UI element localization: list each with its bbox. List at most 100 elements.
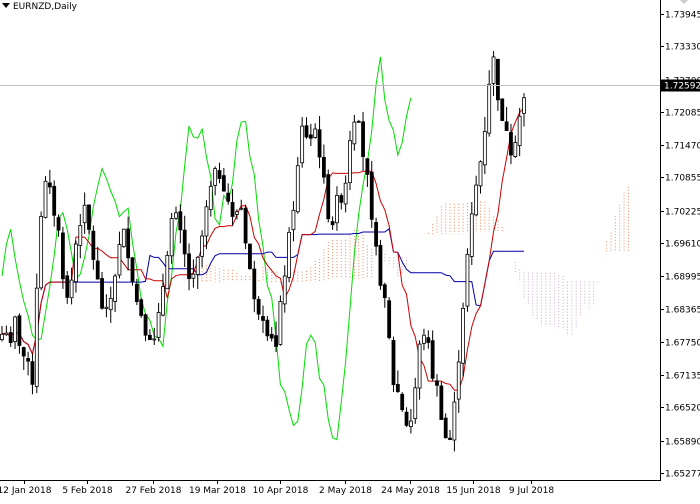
candle-body bbox=[509, 131, 513, 156]
candle-body bbox=[191, 273, 196, 279]
chart-area[interactable]: 1.739451.733301.727001.720851.714701.708… bbox=[0, 0, 700, 500]
y-tick-label: 1.70225 bbox=[665, 208, 700, 218]
candle-body bbox=[165, 255, 170, 290]
candle-body bbox=[430, 340, 435, 379]
candle-body bbox=[221, 175, 226, 192]
candle bbox=[465, 248, 470, 312]
x-tick-label: 12 Jan 2018 bbox=[0, 486, 52, 496]
candle bbox=[378, 239, 383, 290]
symbol-title: EURNZD,Daily bbox=[2, 2, 77, 12]
candle-body bbox=[239, 207, 244, 210]
y-tick-label: 1.65277 bbox=[665, 470, 700, 480]
candle bbox=[243, 204, 248, 249]
candle bbox=[439, 381, 444, 420]
candle-body bbox=[82, 204, 87, 224]
candle-body bbox=[161, 286, 165, 316]
candle-body bbox=[365, 158, 370, 175]
candle-body bbox=[304, 125, 309, 138]
candle-body bbox=[395, 384, 400, 393]
candle-body bbox=[261, 316, 265, 321]
candle-body bbox=[187, 253, 191, 279]
candle-body bbox=[178, 211, 183, 231]
candle-body bbox=[382, 284, 387, 299]
candle-body bbox=[26, 358, 31, 362]
candle bbox=[43, 176, 48, 219]
candle-body bbox=[134, 283, 139, 303]
candle-body bbox=[500, 98, 505, 121]
x-tick-label: 15 Jun 2018 bbox=[446, 486, 500, 496]
candle-body bbox=[461, 308, 466, 364]
candle bbox=[165, 250, 170, 290]
candle-body bbox=[278, 301, 283, 345]
candle-body bbox=[182, 229, 187, 255]
candle-body bbox=[426, 337, 431, 343]
candle bbox=[278, 295, 283, 346]
y-tick-label: 1.68365 bbox=[665, 306, 700, 316]
candle-body bbox=[108, 297, 113, 311]
candle-body bbox=[504, 121, 509, 131]
candle bbox=[169, 212, 174, 264]
candle-body bbox=[100, 278, 104, 309]
candle-body bbox=[482, 131, 487, 166]
candle-body bbox=[517, 115, 522, 146]
x-tick-label: 10 Apr 2018 bbox=[253, 486, 309, 496]
candle bbox=[34, 273, 39, 394]
candle bbox=[391, 336, 396, 393]
candle-body bbox=[156, 312, 161, 338]
candle-body bbox=[417, 343, 422, 389]
candle-body bbox=[422, 334, 426, 344]
candle-body bbox=[91, 230, 96, 260]
candle bbox=[121, 228, 126, 248]
candle-body bbox=[265, 319, 270, 337]
candle bbox=[248, 243, 252, 270]
candle-body bbox=[226, 192, 231, 202]
candle-body bbox=[387, 300, 392, 338]
y-tick-label: 1.73330 bbox=[665, 43, 700, 53]
candle-body bbox=[295, 165, 300, 213]
candle-body bbox=[195, 256, 200, 275]
candle-body bbox=[352, 121, 357, 145]
candle-body bbox=[313, 128, 318, 138]
candle bbox=[139, 297, 144, 318]
candle-body bbox=[95, 260, 100, 280]
candle-body bbox=[317, 129, 322, 158]
candle-body bbox=[204, 206, 209, 237]
candle-body bbox=[413, 387, 418, 420]
candle-body bbox=[104, 306, 109, 309]
candle-body bbox=[378, 245, 383, 286]
candle-body bbox=[339, 195, 344, 203]
candle-body bbox=[321, 156, 326, 178]
price-chart[interactable]: 1.739451.733301.727001.720851.714701.708… bbox=[0, 0, 700, 500]
y-tick-label: 1.67750 bbox=[665, 339, 700, 349]
candle-body bbox=[243, 207, 248, 244]
y-tick-label: 1.73945 bbox=[665, 11, 700, 21]
candle-body bbox=[113, 275, 117, 302]
candle-body bbox=[234, 211, 239, 215]
candle-body bbox=[217, 170, 222, 179]
candle-body bbox=[126, 228, 131, 259]
candle-body bbox=[435, 380, 439, 386]
candle-body bbox=[34, 287, 39, 387]
candle-body bbox=[8, 332, 13, 344]
candle-body bbox=[287, 231, 292, 278]
candle-body bbox=[269, 333, 274, 339]
candle-body bbox=[61, 232, 65, 280]
candle-body bbox=[478, 161, 483, 187]
candle bbox=[326, 169, 331, 223]
candle-body bbox=[308, 134, 313, 139]
candle-body bbox=[343, 182, 348, 205]
candle-body bbox=[56, 217, 61, 231]
candle-body bbox=[17, 315, 22, 346]
candle-body bbox=[330, 221, 335, 226]
candle-body bbox=[400, 393, 405, 411]
candle-body bbox=[522, 97, 526, 114]
candle-body bbox=[230, 202, 235, 217]
x-tick-label: 5 Feb 2018 bbox=[62, 486, 113, 496]
candle-body bbox=[52, 185, 57, 216]
candle-body bbox=[300, 125, 305, 164]
y-tick-label: 1.70855 bbox=[665, 174, 700, 184]
candle-body bbox=[87, 204, 91, 230]
candle-body bbox=[495, 58, 500, 101]
candle-body bbox=[169, 218, 174, 257]
candle-body bbox=[78, 225, 83, 246]
